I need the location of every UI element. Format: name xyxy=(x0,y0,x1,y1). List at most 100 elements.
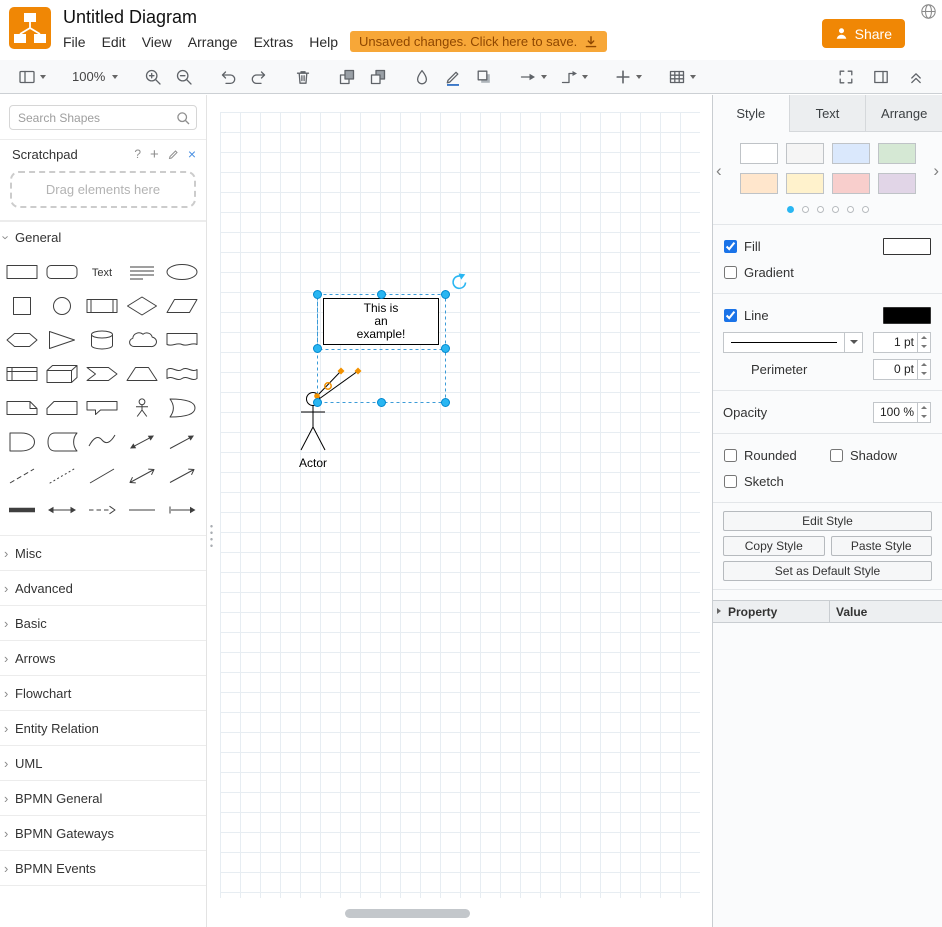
shape-hexagon[interactable] xyxy=(3,324,41,356)
edit-style-button[interactable]: Edit Style xyxy=(723,511,932,531)
line-style-dropdown[interactable] xyxy=(723,332,863,353)
menu-edit[interactable]: Edit xyxy=(102,34,126,50)
sidebar-section-arrows[interactable]: ›Arrows xyxy=(0,640,206,675)
sidebar-section-general[interactable]: › General xyxy=(0,221,206,252)
shape-link[interactable] xyxy=(3,494,41,526)
swatch-prev-icon[interactable]: ‹ xyxy=(716,162,722,179)
dropdown-arrow-icon[interactable] xyxy=(844,333,862,352)
swatch-page-dot-5[interactable] xyxy=(862,206,869,213)
shape-note[interactable] xyxy=(3,392,41,424)
sidebar-section-basic[interactable]: ›Basic xyxy=(0,605,206,640)
swatch-page-dot-2[interactable] xyxy=(817,206,824,213)
connection-button[interactable] xyxy=(515,65,551,89)
table-button[interactable] xyxy=(664,65,700,89)
shape-bidirectional-connector[interactable] xyxy=(123,460,161,492)
canvas[interactable]: This is an example! Actor xyxy=(207,95,712,927)
tab-style[interactable]: Style xyxy=(713,95,789,132)
shape-parallelogram[interactable] xyxy=(163,290,201,322)
fill-color-button[interactable] xyxy=(409,65,435,89)
menu-view[interactable]: View xyxy=(142,34,172,50)
scratchpad-add-icon[interactable]: + xyxy=(150,146,159,163)
copy-style-button[interactable]: Copy Style xyxy=(723,536,825,556)
shape-directional-connector[interactable] xyxy=(163,460,201,492)
paste-style-button[interactable]: Paste Style xyxy=(831,536,933,556)
sidebar-section-bpmn-gateways[interactable]: ›BPMN Gateways xyxy=(0,815,206,850)
line-checkbox[interactable] xyxy=(724,309,737,322)
shape-square[interactable] xyxy=(3,290,41,322)
spinner-down-icon[interactable] xyxy=(918,412,930,422)
shape-arrow[interactable] xyxy=(163,426,201,458)
sidebar-section-misc[interactable]: ›Misc xyxy=(0,535,206,570)
line-color-button[interactable] xyxy=(440,65,466,89)
sidebar-section-uml[interactable]: ›UML xyxy=(0,745,206,780)
shape-rectangle[interactable] xyxy=(3,256,41,288)
shape-curve[interactable] xyxy=(83,426,121,458)
perimeter-input[interactable] xyxy=(874,360,917,379)
selection-handle[interactable] xyxy=(378,399,386,407)
menu-help[interactable]: Help xyxy=(309,34,338,50)
to-back-button[interactable] xyxy=(365,65,391,89)
shape-bidirectional-arrow[interactable] xyxy=(123,426,161,458)
fill-color-chip[interactable] xyxy=(883,238,931,255)
shape-ellipse[interactable] xyxy=(163,256,201,288)
shadow-checkbox[interactable] xyxy=(830,449,843,462)
delete-button[interactable] xyxy=(290,65,316,89)
shape-document[interactable] xyxy=(163,324,201,356)
unsaved-banner[interactable]: Unsaved changes. Click here to save. xyxy=(350,31,607,52)
shape-card[interactable] xyxy=(43,392,81,424)
zoom-out-button[interactable] xyxy=(171,65,197,89)
shape-actor[interactable] xyxy=(123,392,161,424)
sidebar-section-bpmn-events[interactable]: ›BPMN Events xyxy=(0,850,206,886)
property-column-header[interactable]: Property xyxy=(713,605,829,619)
style-swatch-0[interactable] xyxy=(740,143,778,164)
shape-text[interactable]: Text xyxy=(83,256,121,288)
sidebar-section-flowchart[interactable]: ›Flowchart xyxy=(0,675,206,710)
language-globe-icon[interactable] xyxy=(920,3,937,25)
style-swatch-2[interactable] xyxy=(832,143,870,164)
connection-point-diamond[interactable] xyxy=(355,368,362,375)
shape-data-storage[interactable] xyxy=(43,426,81,458)
shape-triangle[interactable] xyxy=(43,324,81,356)
shape-textbox[interactable] xyxy=(123,256,161,288)
connection-point-ring[interactable] xyxy=(325,383,331,389)
shape-tape[interactable] xyxy=(163,358,201,390)
fullscreen-button[interactable] xyxy=(833,65,859,89)
sketch-checkbox[interactable] xyxy=(724,475,737,488)
horizontal-scrollbar[interactable] xyxy=(345,909,470,918)
sidebar-section-entity-relation[interactable]: ›Entity Relation xyxy=(0,710,206,745)
shape-thin-line[interactable] xyxy=(123,494,161,526)
menu-extras[interactable]: Extras xyxy=(254,34,294,50)
scratchpad-help-icon[interactable]: ? xyxy=(134,147,141,161)
shape-step[interactable] xyxy=(83,358,121,390)
spinner-up-icon[interactable] xyxy=(918,333,930,343)
shape-cube[interactable] xyxy=(43,358,81,390)
style-swatch-3[interactable] xyxy=(878,143,916,164)
shape-double-arrow[interactable] xyxy=(43,494,81,526)
spinner-down-icon[interactable] xyxy=(918,342,930,352)
shape-arrow-connector[interactable] xyxy=(163,494,201,526)
document-title[interactable]: Untitled Diagram xyxy=(63,7,197,28)
selection-handle[interactable] xyxy=(442,345,450,353)
shape-internal-storage[interactable] xyxy=(3,358,41,390)
menu-file[interactable]: File xyxy=(63,34,86,50)
selection-handle[interactable] xyxy=(442,291,450,299)
swatch-page-dot-3[interactable] xyxy=(832,206,839,213)
pages-button[interactable] xyxy=(14,65,50,89)
share-button[interactable]: Share xyxy=(822,19,905,48)
spinner-down-icon[interactable] xyxy=(918,369,930,379)
shape-and[interactable] xyxy=(3,426,41,458)
spinner-up-icon[interactable] xyxy=(918,403,930,413)
style-swatch-5[interactable] xyxy=(786,173,824,194)
selection-handle[interactable] xyxy=(378,291,386,299)
rounded-checkbox[interactable] xyxy=(724,449,737,462)
swatch-next-icon[interactable]: › xyxy=(933,162,939,179)
scratchpad-close-icon[interactable]: × xyxy=(188,146,196,162)
sidebar-section-advanced[interactable]: ›Advanced xyxy=(0,570,206,605)
shape-dashed-line[interactable] xyxy=(3,460,41,492)
edge-endpoint[interactable] xyxy=(314,393,320,399)
style-swatch-1[interactable] xyxy=(786,143,824,164)
tab-text[interactable]: Text xyxy=(789,95,866,132)
shape-circle[interactable] xyxy=(43,290,81,322)
search-shapes-input[interactable] xyxy=(16,110,176,126)
shape-dotted-line[interactable] xyxy=(43,460,81,492)
